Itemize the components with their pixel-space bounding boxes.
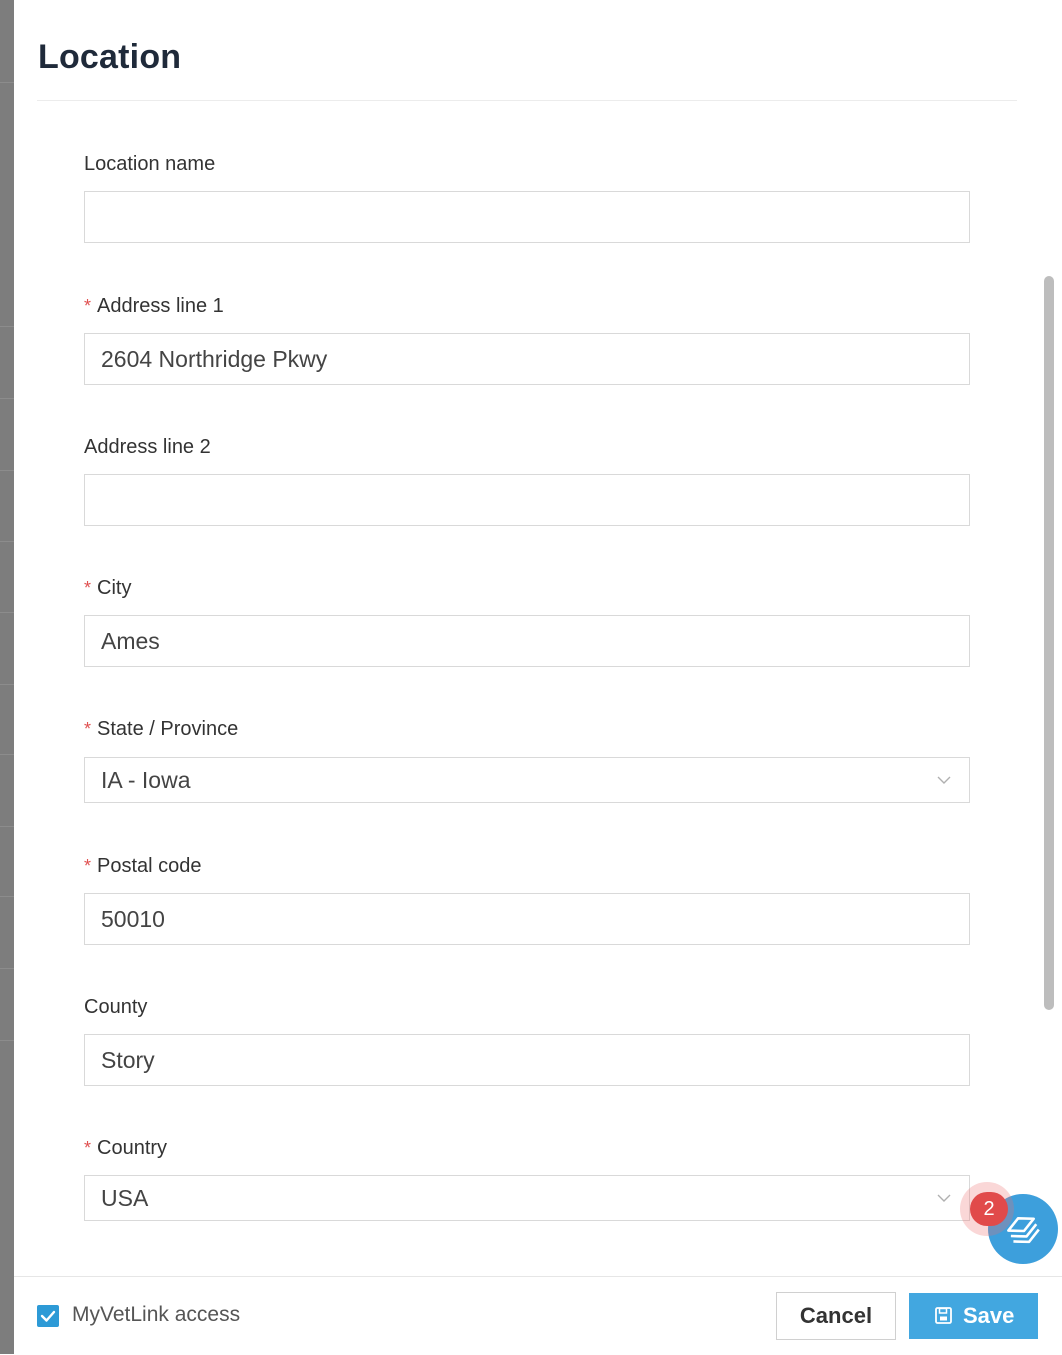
dialog-footer: MyVetLink access Cancel Save (14, 1276, 1062, 1355)
scrollbar-thumb[interactable] (1044, 276, 1054, 1010)
location-name-input[interactable] (84, 191, 970, 243)
floppy-disk-icon (935, 1307, 952, 1324)
location-name-label: Location name (84, 153, 216, 175)
required-marker: * (84, 856, 92, 876)
location-name-field: Location name (84, 151, 970, 243)
modal-backdrop (0, 0, 14, 1354)
state-province-field: * State / Province IA - Iowa (84, 716, 970, 803)
location-dialog: Location Location name * Address line 1 2… (14, 0, 1062, 1355)
required-marker: * (84, 719, 92, 739)
myvetlink-access-checkbox[interactable] (37, 1305, 59, 1327)
postal-code-field: * Postal code 50010 (84, 853, 970, 945)
chevron-down-icon (937, 776, 951, 784)
required-marker: * (84, 1138, 92, 1158)
title-divider (37, 100, 1017, 101)
notification-badge[interactable]: 2 (970, 1192, 1008, 1226)
postal-code-label: * Postal code (84, 855, 202, 877)
address-line-2-field: Address line 2 (84, 434, 970, 526)
address-line-1-field: * Address line 1 2604 Northridge Pkwy (84, 293, 970, 385)
country-field: * Country USA (84, 1135, 970, 1221)
myvetlink-access-label[interactable]: MyVetLink access (72, 1303, 240, 1327)
county-label: County (84, 996, 148, 1018)
checkmark-icon (40, 1310, 56, 1322)
address-line-2-input[interactable] (84, 474, 970, 526)
city-label: * City (84, 577, 132, 599)
cancel-button[interactable]: Cancel (776, 1292, 896, 1340)
address-line-1-label: * Address line 1 (84, 295, 224, 317)
city-input[interactable]: Ames (84, 615, 970, 667)
county-field: County Story (84, 994, 970, 1086)
country-select[interactable]: USA (84, 1175, 970, 1221)
address-line-1-input[interactable]: 2604 Northridge Pkwy (84, 333, 970, 385)
address-line-2-label: Address line 2 (84, 436, 211, 458)
city-field: * City Ames (84, 575, 970, 667)
state-province-label: * State / Province (84, 718, 239, 740)
save-button[interactable]: Save (909, 1293, 1038, 1339)
required-marker: * (84, 296, 92, 316)
required-marker: * (84, 578, 92, 598)
save-button-label: Save (963, 1303, 1015, 1328)
country-label: * Country (84, 1137, 168, 1159)
postal-code-input[interactable]: 50010 (84, 893, 970, 945)
county-input[interactable]: Story (84, 1034, 970, 1086)
state-province-select[interactable]: IA - Iowa (84, 757, 970, 803)
chevron-down-icon (937, 1194, 951, 1202)
dialog-title: Location (38, 38, 182, 76)
